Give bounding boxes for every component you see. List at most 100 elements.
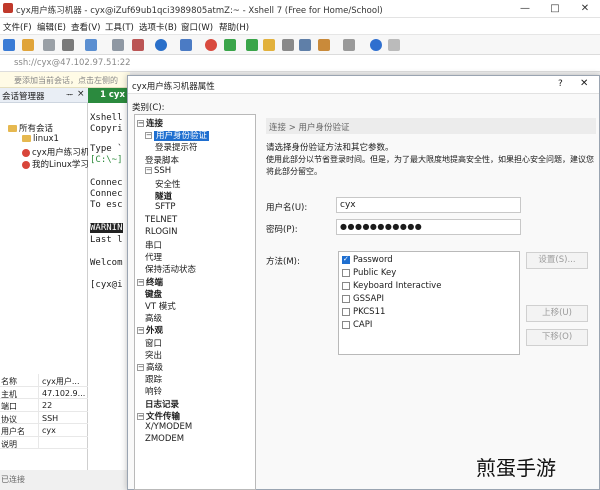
tree-node[interactable]: 登录脚本 [145,154,179,166]
terminal-view[interactable]: Xshell Copyri Type ` [C:\~] Connec Conne… [88,103,130,470]
tree-node[interactable]: − SSH [145,166,171,176]
method-password[interactable]: Password [342,255,393,265]
tree-node[interactable]: 高级 [145,312,162,324]
tree-node[interactable]: ZMODEM [145,434,184,444]
tree-node[interactable]: 窗口 [145,337,162,349]
dialog-help-button[interactable]: ? [558,79,563,89]
minimize-button[interactable]: — [510,0,540,18]
move-down-button[interactable]: 下移(O) [526,329,588,346]
collapse-icon[interactable]: − [137,327,144,335]
fullscreen-icon[interactable] [246,39,258,51]
method-keyboard-interactive[interactable]: Keyboard Interactive [342,281,441,291]
layout-icon[interactable] [343,39,355,51]
method-capi[interactable]: CAPI [342,320,372,330]
tree-node[interactable]: 日志记录 [145,398,179,410]
tree-node[interactable]: − 用户身份验证 [145,129,210,142]
compose-icon[interactable] [299,39,311,51]
address-bar[interactable]: ssh://cyx@47.102.97.51:22 [0,55,600,72]
tree-node[interactable]: 响铃 [145,385,162,397]
category-tree[interactable]: − 连接 − 用户身份验证 登录提示符 登录脚本 − SSH 安全性 隧道 SFTP TELNET RL… [134,114,256,490]
tree-linux-study[interactable]: 我的Linux学习 [22,158,89,170]
username-field[interactable]: cyx [336,197,521,213]
tree-node[interactable]: SFTP [155,202,175,212]
help-icon[interactable] [370,39,382,51]
tab-session-1[interactable]: 1 cyx [88,88,128,103]
collapse-icon[interactable]: − [137,278,144,286]
lock-icon[interactable] [263,39,275,51]
xftp-icon[interactable] [205,39,217,51]
properties-icon[interactable] [85,39,97,51]
menu-file[interactable]: 文件(F) [3,21,32,33]
address-text[interactable]: ssh://cyx@47.102.97.51:22 [14,58,131,68]
tree-node[interactable]: 键盘 [145,288,162,300]
settings-button[interactable]: 设置(S)... [526,252,588,269]
maximize-button[interactable]: □ [540,0,570,18]
tree-all-sessions[interactable]: 所有会话 [8,122,53,134]
menu-edit[interactable]: 编辑(E) [37,21,66,33]
checkbox-checked-icon[interactable] [342,255,350,264]
tree-node[interactable]: − 外观 [137,324,163,336]
collapse-icon[interactable]: − [137,120,144,127]
collapse-icon[interactable]: − [145,132,152,140]
method-public-key[interactable]: Public Key [342,268,396,278]
checkbox-icon[interactable] [342,320,350,329]
tree-node[interactable]: − 终端 [137,276,163,288]
tree-linux1[interactable]: linux1 [22,134,59,144]
xagent-icon[interactable] [224,39,236,51]
collapse-icon[interactable]: − [145,166,152,174]
tree-node[interactable]: − 高级 [137,361,163,373]
menu-view[interactable]: 查看(V) [71,21,100,33]
tree-node[interactable]: 跟踪 [145,373,162,385]
tree-node[interactable]: RLOGIN [145,227,177,237]
close-window-button[interactable]: ✕ [570,0,600,18]
font-icon[interactable] [180,39,192,51]
session-properties-dialog: cyx用户练习机器属性 ? ✕ 类别(C): − 连接 − 用户身份验证 登录提示符 登录… [127,75,600,490]
collapse-icon[interactable]: − [137,364,144,371]
dialog-close-button[interactable]: ✕ [580,78,588,89]
tree-cyx-session[interactable]: cyx用户练习机 [22,146,89,158]
tree-node[interactable]: 保持活动状态 [145,263,196,275]
menu-window[interactable]: 窗口(W) [181,21,213,33]
menu-help[interactable]: 帮助(H) [219,21,249,33]
disconnect-icon[interactable] [62,39,74,51]
tree-node[interactable]: − 连接 [137,117,163,129]
method-pkcs11[interactable]: PKCS11 [342,307,385,317]
tree-node[interactable]: 串口 [145,239,162,251]
find-icon[interactable] [112,39,124,51]
menu-tabs[interactable]: 选项卡(B) [139,21,177,33]
prop-row: 主机 47.102.9... [0,386,88,399]
tree-node[interactable]: 突出 [145,349,162,361]
tree-node[interactable]: VT 模式 [145,300,176,312]
terminal-line: To esc [90,200,123,210]
color-scheme-icon[interactable] [132,39,144,51]
method-gssapi[interactable]: GSSAPI [342,294,384,304]
tree-node[interactable]: TELNET [145,215,177,225]
tree-node[interactable]: − 文件传输 [137,410,180,422]
folder-icon [22,135,31,142]
tree-node[interactable]: 代理 [145,251,162,263]
tree-node[interactable]: 隧道 [155,190,172,202]
checkbox-icon[interactable] [342,307,350,316]
session-manager-panel: 会话管理器 ᅲ × 所有会话 linux1 cyx用户练习机 我的Linux学习… [0,88,89,490]
checkbox-icon[interactable] [342,268,350,277]
open-folder-icon[interactable] [22,39,34,51]
globe-icon[interactable] [155,39,167,51]
tab-label: 1 cyx [100,90,125,100]
pin-icon[interactable]: ᅲ [66,89,73,100]
checkbox-icon[interactable] [342,294,350,303]
menu-tools[interactable]: 工具(T) [105,21,134,33]
transfer-icon[interactable] [318,39,330,51]
keyboard-icon[interactable] [282,39,294,51]
connect-icon[interactable] [43,39,55,51]
collapse-icon[interactable]: − [137,412,144,420]
close-panel-icon[interactable]: × [77,89,85,99]
tree-node[interactable]: X/YMODEM [145,422,192,432]
tree-node[interactable]: 安全性 [155,178,181,190]
more-icon[interactable] [388,39,400,51]
password-field[interactable]: ●●●●●●●●●●● [336,219,521,235]
checkbox-icon[interactable] [342,281,350,290]
move-up-button[interactable]: 上移(U) [526,305,588,322]
tree-node[interactable]: 登录提示符 [155,141,198,153]
auth-method-list[interactable]: Password Public Key Keyboard Interactive… [338,251,520,355]
new-session-icon[interactable] [3,39,15,51]
